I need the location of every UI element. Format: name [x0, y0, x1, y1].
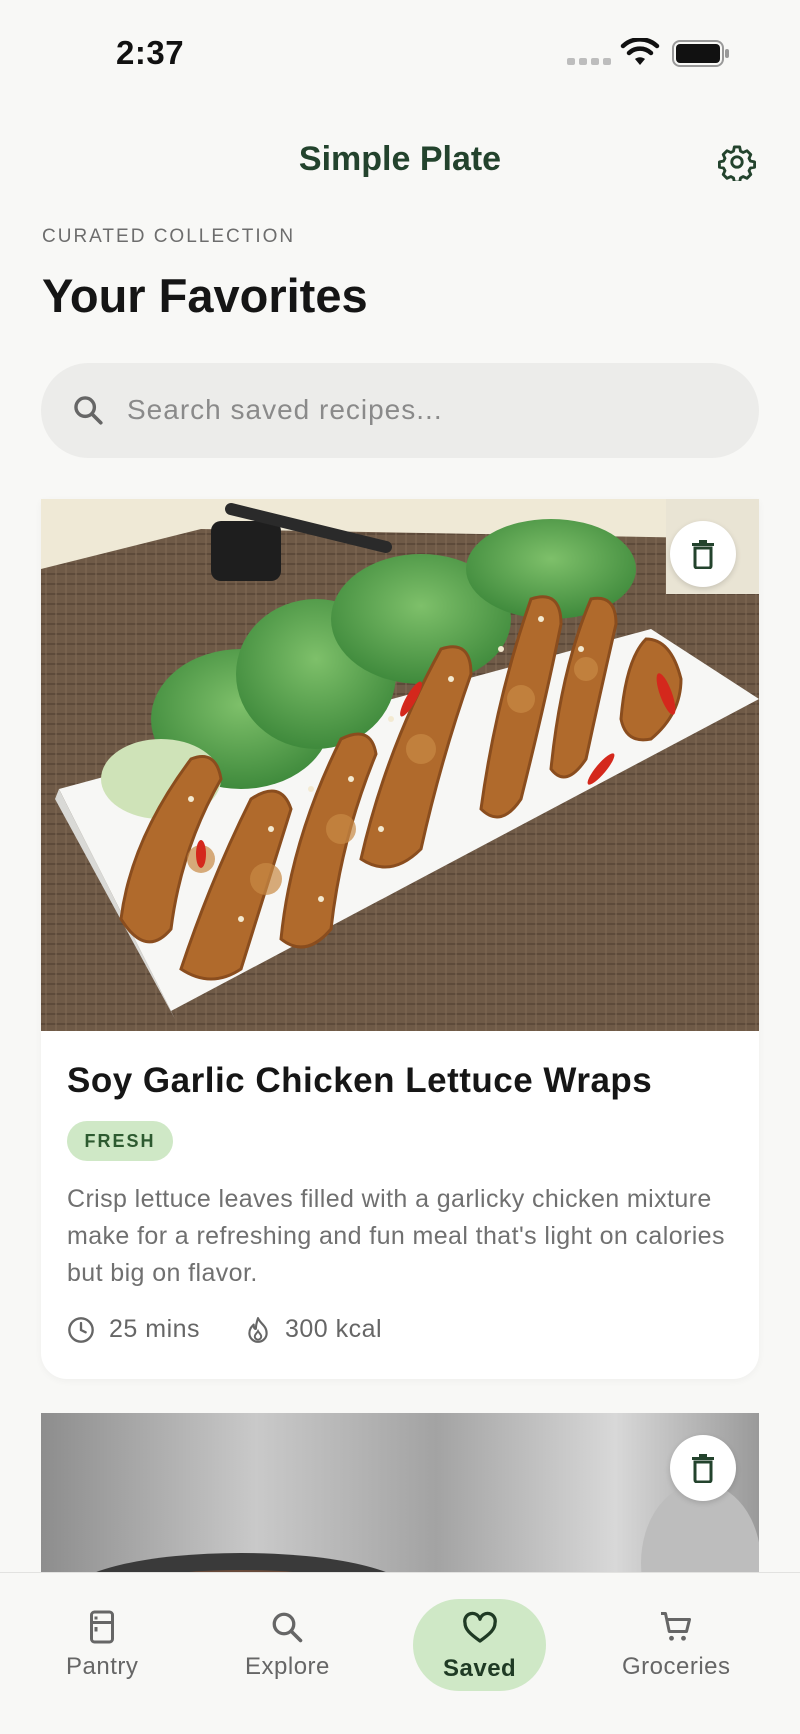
gear-icon[interactable]	[718, 143, 756, 181]
wifi-icon	[620, 38, 660, 65]
nav-label: Explore	[245, 1653, 330, 1680]
section-eyebrow: CURATED COLLECTION	[42, 226, 296, 247]
fridge-icon	[90, 1610, 115, 1644]
nav-label: Pantry	[66, 1653, 139, 1680]
search-bar[interactable]	[41, 363, 759, 458]
recipe-calories-label: 300 kcal	[285, 1315, 383, 1343]
search-icon	[74, 396, 103, 425]
nav-item-explore[interactable]: Explore	[245, 1609, 330, 1681]
recipe-tag: FRESH	[67, 1121, 173, 1161]
nav-item-pantry[interactable]: Pantry	[66, 1609, 138, 1681]
recipe-time-label: 25 mins	[109, 1315, 201, 1343]
delete-button[interactable]	[670, 1435, 736, 1501]
trash-icon	[692, 540, 714, 569]
bottom-navigation: Pantry Explore Saved Groceries	[0, 1572, 800, 1734]
cart-icon	[661, 1612, 692, 1641]
app-title: Simple Plate	[298, 140, 502, 178]
flame-icon	[248, 1316, 268, 1343]
delete-button[interactable]	[670, 521, 736, 587]
recipe-title[interactable]: Soy Garlic Chicken Lettuce Wraps	[67, 1061, 652, 1101]
battery-icon	[672, 40, 729, 67]
recipe-time: 25 mins	[67, 1315, 200, 1344]
recipe-image	[41, 499, 759, 1031]
trash-icon	[692, 1454, 714, 1483]
recipe-calories: 300 kcal	[245, 1315, 382, 1344]
recipe-card[interactable]: Soy Garlic Chicken Lettuce Wraps FRESH C…	[41, 499, 759, 1379]
nav-label: Saved	[443, 1655, 517, 1682]
heart-icon	[462, 1611, 497, 1643]
search-icon	[273, 1612, 303, 1643]
nav-item-groceries[interactable]: Groceries	[622, 1609, 731, 1681]
status-time: 2:37	[116, 34, 185, 71]
search-input[interactable]	[127, 385, 727, 435]
status-bar: 2:37	[0, 0, 800, 110]
clock-icon	[68, 1316, 94, 1343]
cellular-signal-icon	[567, 58, 611, 65]
page-title: Your Favorites	[42, 269, 368, 322]
nav-label: Groceries	[622, 1653, 731, 1680]
recipe-description: Crisp lettuce leaves filled with a garli…	[67, 1185, 725, 1287]
nav-item-saved[interactable]: Saved	[413, 1599, 547, 1691]
